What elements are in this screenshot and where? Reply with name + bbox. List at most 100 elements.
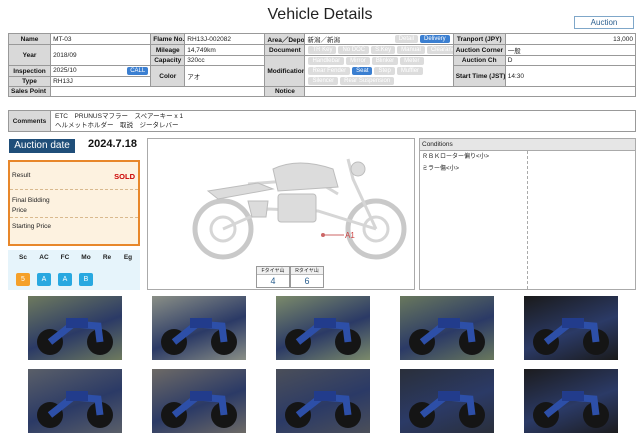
modification-badge: Silencer [308,77,339,85]
motorcycle-outline-icon: A1 [192,158,407,260]
modification-badge: Muffler [396,67,424,75]
comments-label: Comments [9,111,51,131]
name-label: Name [7,33,52,45]
motorcycle-photo-icon [37,318,113,355]
mileage-value: 14,749km [184,44,266,56]
modification-badge: Handlebar [308,57,345,65]
transport-value: 13,000 [504,33,637,45]
document-label: Document [264,44,306,56]
corner-label: Auction Corner [452,44,506,56]
final-bid-row: Final Bidding Price [10,190,138,218]
result-value: SOLD [114,172,135,181]
grade-header: AC [39,254,49,261]
motorcycle-photo-icon [161,391,237,428]
start-value: 14:30 [504,65,637,87]
grade-header: Eg [123,254,133,261]
damage-diagram: A1 Fタイヤ山 4 Rタイヤ山 6 [147,138,415,290]
front-tire-value: 4 [270,276,276,286]
area-badge: Detail [394,35,419,43]
type-value: RH13J [50,76,152,87]
grade-panel: Sc 5 AC A FC A Mo B Re Eg [8,250,140,290]
sales-point-value [50,86,266,97]
notice-value [304,86,636,97]
page-title: Vehicle Details [267,6,373,23]
photo-meter[interactable] [524,296,618,360]
photo-swingarm[interactable] [276,369,370,433]
grade-chip: B [79,273,93,286]
modification-badge: Mirror [346,57,370,65]
type-label: Type [7,76,52,87]
color-value: アオ [184,65,266,87]
motorcycle-photo-icon [409,318,485,355]
mileage-label: Mileage [150,44,186,56]
photo-engine-left[interactable] [28,369,122,433]
damage-marker: A1 [345,231,355,240]
document-badge: Manual [397,46,425,54]
document-badge: TR Key [308,46,337,54]
auction-date-label: Auction date [9,139,75,153]
capacity-label: Capacity [150,55,186,66]
inspection-label: Inspection [7,65,52,77]
photo-front[interactable] [400,296,494,360]
sales-point-label: Sales Point [7,86,52,97]
photo-rear-left[interactable] [152,296,246,360]
call-button[interactable]: CALL [127,67,149,75]
modification-label: Modification [264,55,306,87]
grade-header: FC [60,254,70,261]
condition-item: ＲＢＫローター偏り<小> [422,154,490,160]
modification-badge: Meter [400,57,424,65]
document-badge: Clearance [426,46,453,54]
comments-row: Comments ETC PRUNUSマフラー スペアーキー x 1 ヘルメット… [8,110,636,132]
start-label: Start Time (JST) [452,65,506,87]
condition-item: ミラー傷<小> [422,166,460,172]
rear-tire-label: Rタイヤ山 [291,267,323,275]
area-badge: Delivery [420,35,450,43]
rear-tire-value: 6 [304,276,310,286]
photo-right-side[interactable] [276,296,370,360]
motorcycle-photo-icon [533,318,609,355]
motorcycle-photo-icon [409,391,485,428]
area-cell: 新潟／新潟 Detail Delivery [304,33,454,45]
modification-badge: Rear Fender [308,67,351,75]
modification-badge: Blinker [371,57,399,65]
notice-label: Notice [264,86,306,97]
conditions-list: ＲＢＫローター偏り<小> ミラー傷<小> [420,151,528,289]
photo-fork[interactable] [152,369,246,433]
auction-date-value: 2024.7.18 [88,138,137,150]
area-label: Area／Depot [264,33,306,45]
document-badge: S.Key [371,46,396,54]
auction-button[interactable]: Auction [574,16,634,29]
frame-label: Flame No. [150,33,186,45]
motorcycle-photo-icon [161,318,237,355]
grade-chip: 5 [16,273,30,286]
color-label: Color [150,65,186,87]
inspection-cell: 2025/10 CALL [50,65,152,77]
result-label: Result [12,172,31,179]
corner-value: 一般 [504,44,637,56]
conditions-panel: Conditions ＲＢＫローター偏り<小> ミラー傷<小> [419,138,636,290]
comments-value: ETC PRUNUSマフラー スペアーキー x 1 ヘルメットホルダー 取説 ジ… [51,111,187,131]
motorcycle-photo-icon [285,391,361,428]
transport-label: Tranport (JPY) [452,33,506,45]
result-box: Result SOLD Final Bidding Price Starting… [8,160,140,246]
vehicle-info-table: Name MT-03 Flame No. RH13J-002082 Area／D… [7,33,637,97]
frame-value: RH13J-002082 [184,33,266,45]
modification-badges: Handlebar Mirror Blinker Meter Rear Fender Se… [304,55,454,87]
name-value: MT-03 [50,33,152,45]
year-value: 2018/09 [50,44,152,66]
photo-under-seat[interactable] [400,369,494,433]
motorcycle-photo-icon [285,318,361,355]
channel-value: D [504,55,637,66]
area-badges: Detail Delivery [394,35,451,44]
rear-tire-box: Rタイヤ山 6 [290,266,324,288]
modification-badge: Seat [352,67,373,75]
photo-front-left[interactable] [28,296,122,360]
year-label: Year [7,44,52,66]
photo-seat[interactable] [524,369,618,433]
front-tire-label: Fタイヤ山 [257,267,289,275]
grade-header: Re [102,254,112,261]
inspection-value: 2025/10 [53,67,77,74]
starting-price-label: Starting Price [12,223,52,230]
starting-price-row: Starting Price [10,218,138,244]
area-value: 新潟／新潟 [307,37,340,44]
